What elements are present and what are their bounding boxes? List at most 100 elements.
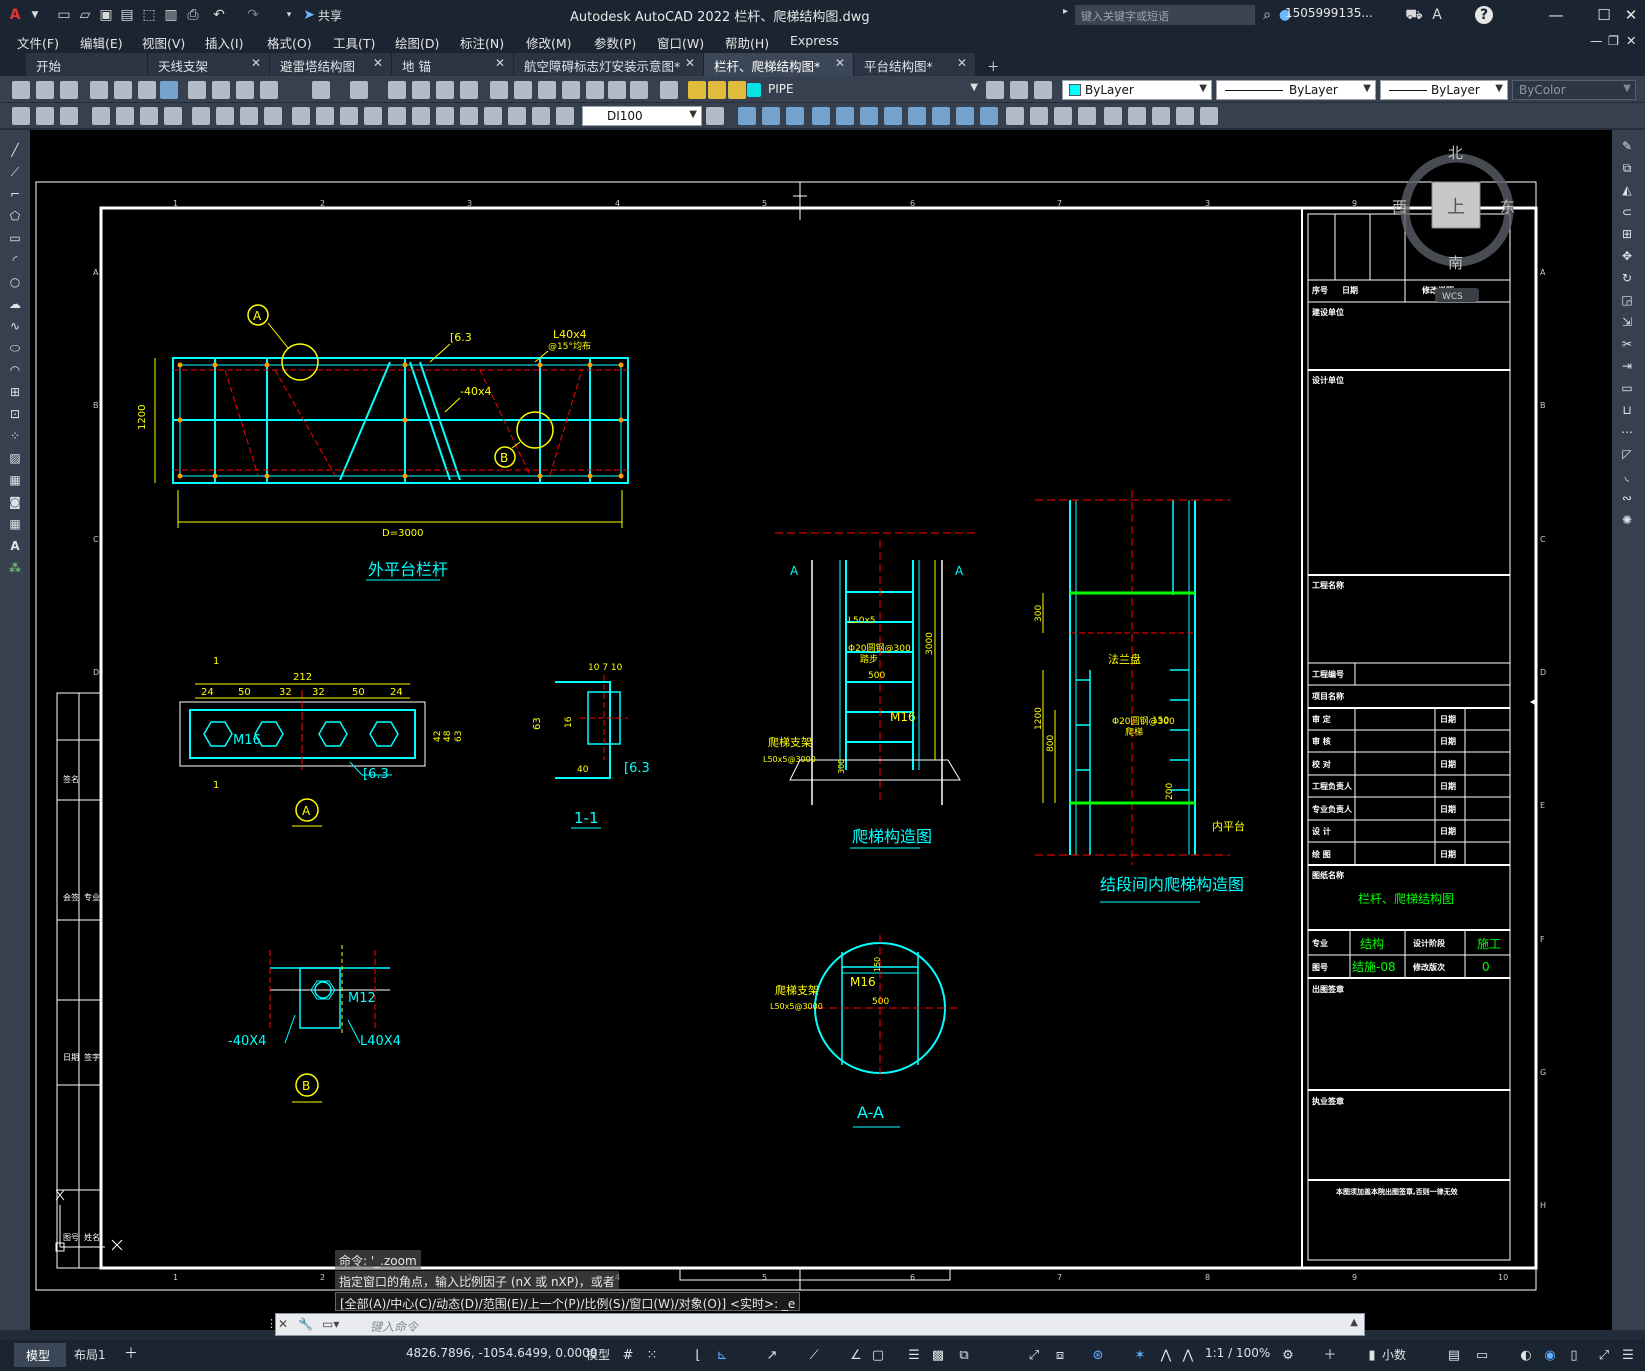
menu-tools[interactable]: 工具(T) xyxy=(333,33,375,52)
layer-lock-icon[interactable] xyxy=(728,81,746,99)
toolbar-icon-3[interactable] xyxy=(60,107,78,125)
qa-customize-icon[interactable]: ▾ xyxy=(280,6,298,24)
doc-minimize-button[interactable]: — xyxy=(1590,33,1603,48)
line-icon[interactable]: ╱ xyxy=(6,142,24,158)
ucs-icon-1[interactable] xyxy=(1104,107,1122,125)
polygon-icon[interactable]: ⬠ xyxy=(6,208,24,224)
command-scroll-icon[interactable]: ▲ xyxy=(1350,1317,1358,1328)
view-inner-ladder[interactable]: 法兰盘 Φ20圆钢@300 爬梯 300 1200 800 150 200 内平… xyxy=(1034,490,1245,903)
copy-icon[interactable] xyxy=(212,81,230,99)
make-current-icon[interactable] xyxy=(986,81,1004,99)
quick-properties-icon[interactable]: ▤ xyxy=(1446,1348,1462,1364)
auto-scale-icon[interactable]: ⋀ xyxy=(1158,1348,1174,1364)
infer-icon[interactable]: ⌊ xyxy=(690,1348,706,1364)
menu-parametric[interactable]: 参数(P) xyxy=(594,33,636,52)
dim-space-icon[interactable] xyxy=(364,107,382,125)
close-icon[interactable]: ✕ xyxy=(495,56,505,70)
explode-icon[interactable]: ✺ xyxy=(1618,512,1636,528)
add-layout-button[interactable]: ＋ xyxy=(124,1343,138,1363)
mirror-icon[interactable]: ◭ xyxy=(1618,182,1636,198)
annotation-visibility-icon[interactable]: ✶ xyxy=(1132,1348,1148,1364)
undo-icon[interactable]: ↶ xyxy=(210,6,228,24)
share-label[interactable]: 共享 xyxy=(318,7,342,24)
shade-icon-1[interactable] xyxy=(1006,107,1024,125)
plus-icon[interactable]: ＋ xyxy=(1322,1348,1338,1364)
ucs-icon-4[interactable] xyxy=(1176,107,1194,125)
linetype-dropdown[interactable]: ByLayer ▼ xyxy=(1216,80,1376,100)
hardware-acceleration-icon[interactable]: ◉ xyxy=(1542,1348,1558,1364)
menu-dimension[interactable]: 标注(N) xyxy=(460,33,504,52)
close-icon[interactable]: ✕ xyxy=(685,56,695,70)
properties-icon[interactable] xyxy=(490,81,508,99)
tab-lightning-tower[interactable]: 避雷塔结构图 ✕ xyxy=(270,53,392,76)
transparency-icon[interactable]: ▩ xyxy=(930,1348,946,1364)
zoom-realtime-icon[interactable] xyxy=(412,81,430,99)
close-icon[interactable]: ✕ xyxy=(373,56,383,70)
menu-edit[interactable]: 编辑(E) xyxy=(80,33,123,52)
dim-text-edit-icon[interactable] xyxy=(532,107,550,125)
layout-tab-layout1[interactable]: 布局1 xyxy=(74,1346,106,1363)
view-icon-6[interactable] xyxy=(860,107,878,125)
sheet-set-icon[interactable] xyxy=(562,81,580,99)
break-point-icon[interactable]: ▭ xyxy=(1618,380,1636,396)
zoom-window-icon[interactable] xyxy=(436,81,454,99)
menu-window[interactable]: 窗口(W) xyxy=(657,33,704,52)
break-icon[interactable]: ⊔ xyxy=(1618,402,1636,418)
viewcube-east[interactable]: 东 xyxy=(1500,198,1515,216)
jogged-dim-icon[interactable] xyxy=(216,107,234,125)
doc-restore-button[interactable]: ❐ xyxy=(1608,33,1619,48)
view-detail-b[interactable]: M12 -40X4 L40X4 B xyxy=(228,945,401,1103)
model-space-toggle[interactable]: 模型 xyxy=(586,1346,610,1363)
search-expand-icon[interactable]: ▸ xyxy=(1063,6,1068,17)
stretch-icon[interactable]: ⇲ xyxy=(1618,314,1636,330)
save-icon[interactable] xyxy=(60,81,78,99)
new-tab-button[interactable]: ＋ xyxy=(980,53,1004,76)
diameter-dim-icon[interactable] xyxy=(240,107,258,125)
gradient-icon[interactable]: ▦ xyxy=(6,472,24,488)
calculator-icon[interactable] xyxy=(608,81,626,99)
view-ladder[interactable]: L50x5 Φ20圆钢@300 踏步 500 M16 爬梯支架 L50x5@30… xyxy=(763,532,975,849)
isolate-objects-icon[interactable]: ◐ xyxy=(1518,1348,1534,1364)
dim-style-icon[interactable] xyxy=(706,107,724,125)
preview-icon[interactable] xyxy=(114,81,132,99)
match-prop-icon[interactable] xyxy=(260,81,278,99)
snap-icon[interactable]: ⁙ xyxy=(644,1348,660,1364)
viewcube-wcs[interactable]: WCS xyxy=(1442,292,1463,302)
save-icon[interactable]: ▣ xyxy=(97,6,115,24)
3d-print-icon[interactable] xyxy=(160,81,178,99)
chamfer-icon[interactable]: ◸ xyxy=(1618,446,1636,462)
view-detail-a[interactable]: 212 24 50 32 32 50 24 1 1 M16 [6.3 42 48… xyxy=(179,656,464,827)
layer-dropdown[interactable]: PIPE ▼ xyxy=(762,80,982,100)
view-icon-9[interactable] xyxy=(932,107,950,125)
plot-icon[interactable] xyxy=(90,81,108,99)
customize-status-icon[interactable]: ☰ xyxy=(1620,1348,1636,1364)
viewcube-north[interactable]: 北 xyxy=(1448,144,1463,162)
plotstyle-dropdown[interactable]: ByColor ▼ xyxy=(1512,80,1636,100)
menu-express[interactable]: Express xyxy=(790,33,839,48)
view-icon-3[interactable] xyxy=(786,107,804,125)
search-icon[interactable]: ⌕ xyxy=(1258,6,1276,24)
ucs-icon-5[interactable] xyxy=(1200,107,1218,125)
mtext-icon[interactable]: A xyxy=(6,538,24,554)
circle-icon[interactable]: ○ xyxy=(6,274,24,290)
viewcube-west[interactable]: 西 xyxy=(1392,198,1407,216)
plot-icon[interactable]: ⎙ xyxy=(184,6,202,24)
annotation-scale-icon[interactable]: ⋀ xyxy=(1180,1348,1196,1364)
doc-close-button[interactable]: ✕ xyxy=(1626,33,1636,48)
command-line[interactable]: ⋮ ✕ 🔧 ▭▾ 键入命令 ▲ xyxy=(266,1313,1365,1336)
dimstyle-dropdown[interactable]: DI100 ▼ xyxy=(582,106,702,126)
drawing-canvas[interactable]: 1 2 3 4 5 6 7 3 9 1 2 3 4 5 6 7 8 9 10 xyxy=(30,130,1612,1330)
app-logo-icon[interactable]: A xyxy=(6,6,24,24)
view-icon-7[interactable] xyxy=(884,107,902,125)
help-icon[interactable]: ? xyxy=(1475,6,1493,24)
color-dropdown[interactable]: ByLayer ▼ xyxy=(1062,80,1212,100)
blend-icon[interactable]: ∾ xyxy=(1618,490,1636,506)
viewcube[interactable]: 上 北 南 东 西 WCS xyxy=(1392,144,1515,302)
command-close-icon[interactable]: ✕ xyxy=(278,1317,288,1331)
units-icon[interactable]: ⧈ xyxy=(1052,1348,1068,1364)
shade-icon-4[interactable] xyxy=(1078,107,1096,125)
move-icon[interactable]: ✥ xyxy=(1618,248,1636,264)
arc-icon[interactable]: ◜ xyxy=(6,252,24,268)
ucs-icon-2[interactable] xyxy=(1128,107,1146,125)
shade-icon-2[interactable] xyxy=(1030,107,1048,125)
